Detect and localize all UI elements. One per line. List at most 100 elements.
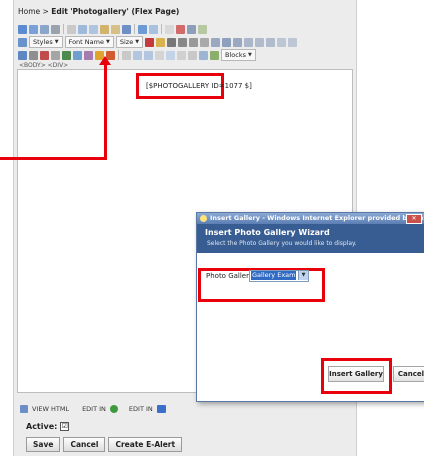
action-buttons: Save Cancel Create E-Alert (26, 437, 183, 452)
form-icon[interactable] (122, 50, 131, 60)
link-icon[interactable] (210, 50, 219, 60)
save-button[interactable]: Save (26, 437, 61, 452)
radio-icon[interactable] (144, 50, 153, 60)
active-checkbox[interactable]: ☑ (60, 422, 70, 431)
active-label: Active: (26, 422, 58, 431)
indent-icon[interactable] (288, 37, 298, 47)
find-icon[interactable] (165, 24, 174, 34)
select-all-icon[interactable] (187, 24, 196, 34)
html-icon (20, 405, 28, 413)
table-icon[interactable] (40, 50, 49, 60)
photo-gallery-select[interactable]: Gallery Example ▼ (249, 270, 309, 282)
styles-icon (18, 37, 27, 47)
toolbar-separator (118, 50, 119, 60)
paste-icon[interactable] (100, 24, 109, 34)
bold-icon[interactable] (167, 37, 177, 47)
chevron-down-icon[interactable]: ▼ (298, 271, 308, 280)
annotation-arrow-head (99, 56, 111, 65)
horizontal-rule-icon[interactable] (51, 50, 60, 60)
bg-color-icon[interactable] (156, 37, 166, 47)
bullet-list-icon[interactable] (266, 37, 276, 47)
dialog-window-title: Insert Gallery - Windows Internet Explor… (210, 214, 424, 222)
preview-icon[interactable] (29, 24, 38, 34)
edit-in-link-2[interactable]: EDIT IN (129, 405, 153, 413)
spellcheck-icon[interactable] (67, 24, 76, 34)
toolbar-separator (134, 24, 135, 34)
redo-icon[interactable] (149, 24, 158, 34)
dialog-cancel-button[interactable]: Cancel (393, 366, 424, 382)
select-icon[interactable] (177, 50, 186, 60)
photo-gallery-label: Photo Gallery: (206, 272, 255, 280)
breadcrumb-home-link[interactable]: Home (18, 7, 40, 16)
breadcrumb-separator: > (40, 7, 52, 16)
text-color-icon[interactable] (145, 37, 155, 47)
wizard-body: Photo Gallery: Gallery Example ▼ Insert … (197, 253, 424, 401)
templates-icon[interactable] (40, 24, 49, 34)
image-icon[interactable] (18, 50, 27, 60)
checkbox-icon[interactable] (133, 50, 142, 60)
undo-icon[interactable] (138, 24, 147, 34)
page-break-icon[interactable] (84, 50, 93, 60)
create-e-alert-button[interactable]: Create E-Alert (108, 437, 183, 452)
copy-icon[interactable] (89, 24, 98, 34)
size-dropdown[interactable]: Size ▼ (115, 36, 144, 48)
wizard-subtitle: Select the Photo Gallery you would like … (207, 240, 357, 247)
chevron-down-icon: ▼ (54, 39, 59, 45)
smiley-icon[interactable] (62, 50, 71, 60)
edit-in-link-1[interactable]: EDIT IN (82, 405, 106, 413)
editor-footer-links: VIEW HTML EDIT IN EDIT IN (20, 405, 166, 413)
cut-icon[interactable] (78, 24, 87, 34)
wizard-header: Insert Photo Gallery Wizard Select the P… (197, 224, 424, 253)
annotation-arrow-vertical (104, 64, 107, 160)
editor-toolbar-row-2: Styles ▼ Font Name ▼ Size ▼ (18, 36, 352, 48)
annotation-arrow-horizontal (0, 157, 107, 160)
align-left-icon[interactable] (211, 37, 221, 47)
align-right-icon[interactable] (233, 37, 243, 47)
insert-gallery-button[interactable]: Insert Gallery (328, 366, 384, 382)
strike-icon[interactable] (200, 37, 210, 47)
italic-icon[interactable] (178, 37, 188, 47)
element-path: <BODY> <DIV> (19, 62, 69, 69)
special-char-icon[interactable] (73, 50, 82, 60)
blue-editor-icon[interactable] (156, 405, 166, 413)
ie-icon (200, 214, 207, 222)
cancel-button[interactable]: Cancel (63, 437, 106, 452)
numbered-list-icon[interactable] (255, 37, 265, 47)
toolbar-separator (63, 24, 64, 34)
print-icon[interactable] (51, 24, 60, 34)
blocks-dropdown[interactable]: Blocks ▼ (221, 49, 256, 61)
editor-toolbar-row-3: Blocks ▼ (18, 49, 352, 61)
toolbar-separator (161, 24, 162, 34)
styles-dropdown[interactable]: Styles ▼ (29, 36, 63, 48)
view-html-link[interactable]: VIEW HTML (32, 405, 69, 413)
button-icon[interactable] (188, 50, 197, 60)
green-check-icon[interactable] (109, 405, 118, 413)
chevron-down-icon: ▼ (135, 39, 140, 45)
paste-text-icon[interactable] (111, 24, 120, 34)
dialog-title-bar: Insert Gallery - Windows Internet Explor… (197, 213, 424, 224)
breadcrumb-page: 'Photogallery' (Flex Page) (70, 7, 180, 16)
wizard-title: Insert Photo Gallery Wizard (205, 228, 330, 237)
flash-icon[interactable] (29, 50, 38, 60)
underline-icon[interactable] (189, 37, 199, 47)
breadcrumb: Home > Edit 'Photogallery' (Flex Page) (18, 7, 179, 16)
replace-icon[interactable] (176, 24, 185, 34)
photo-gallery-selected-value: Gallery Example (251, 271, 306, 280)
outdent-icon[interactable] (277, 37, 287, 47)
align-center-icon[interactable] (222, 37, 232, 47)
source-icon[interactable] (18, 24, 27, 34)
font-name-dropdown[interactable]: Font Name ▼ (64, 36, 114, 48)
justify-icon[interactable] (244, 37, 254, 47)
textfield-icon[interactable] (155, 50, 164, 60)
photogallery-code: [$PHOTOGALLERY ID=1077 $] (146, 82, 252, 90)
breadcrumb-action: Edit (51, 7, 68, 16)
active-row: Active: ☑ (26, 422, 70, 431)
code-snippet-callout: [$PHOTOGALLERY ID=1077 $] (136, 73, 252, 99)
remove-format-icon[interactable] (198, 24, 207, 34)
imagebutton-icon[interactable] (199, 50, 208, 60)
chevron-down-icon: ▼ (247, 52, 252, 58)
paste-word-icon[interactable] (122, 24, 131, 34)
textarea-icon[interactable] (166, 50, 175, 60)
close-button[interactable]: ✕ (406, 214, 422, 224)
insert-gallery-dialog: Insert Gallery - Windows Internet Explor… (196, 212, 424, 402)
